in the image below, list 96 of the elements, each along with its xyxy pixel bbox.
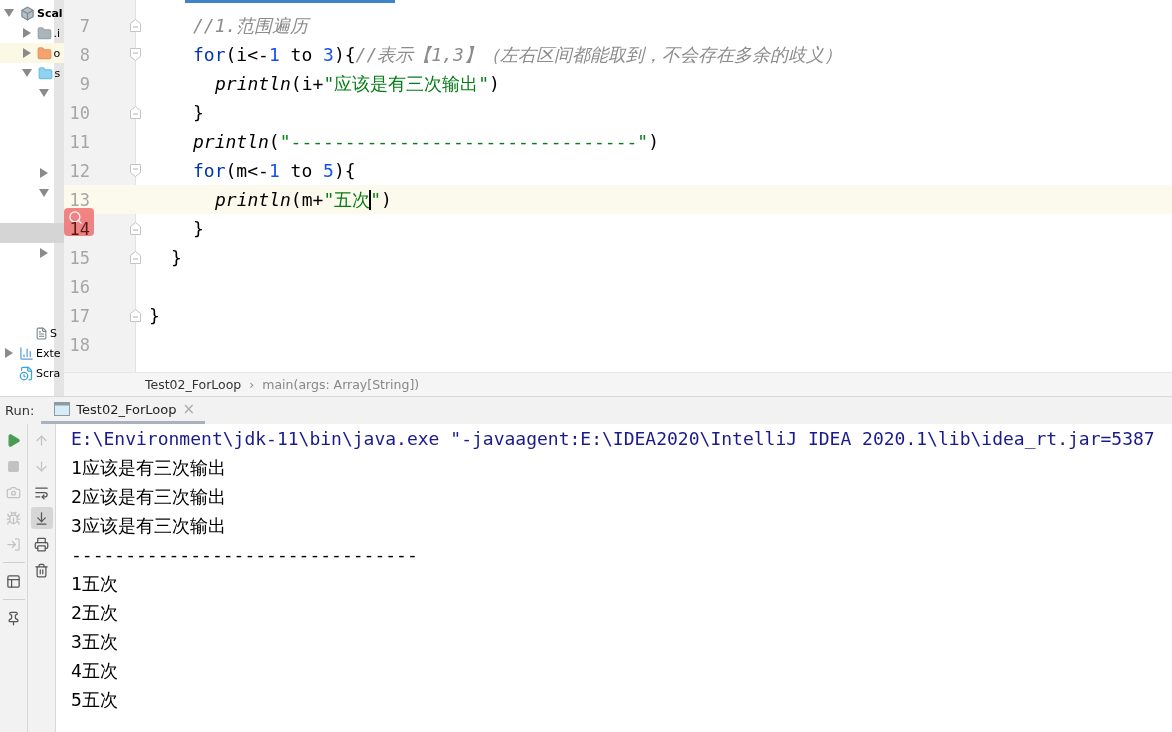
console-output: 3五次 bbox=[71, 630, 119, 654]
console-output: 4五次 bbox=[71, 659, 119, 683]
code-text: } bbox=[171, 247, 182, 268]
code-text: ) bbox=[381, 189, 392, 210]
code-text: ( bbox=[268, 131, 280, 152]
collapsed-arrow-icon[interactable] bbox=[22, 48, 31, 58]
line-number: 13 bbox=[69, 189, 90, 210]
line-number: 11 bbox=[69, 131, 90, 152]
collapsed-arrow-icon[interactable] bbox=[40, 168, 48, 178]
code-text: (m+ bbox=[290, 189, 324, 210]
console-output: 1五次 bbox=[71, 572, 119, 596]
collapsed-arrow-icon[interactable] bbox=[40, 248, 48, 258]
console-icon bbox=[54, 402, 71, 416]
scroll-to-end-icon[interactable] bbox=[34, 510, 49, 526]
folder-icon bbox=[36, 25, 52, 41]
code-text: ){ bbox=[333, 160, 356, 181]
code-string: "--------------------------------" bbox=[279, 131, 649, 152]
folder-icon bbox=[36, 45, 52, 61]
code-method: println bbox=[215, 73, 291, 94]
run-tab[interactable]: Test02_ForLoop × bbox=[41, 397, 206, 424]
collapsed-arrow-icon[interactable] bbox=[5, 348, 13, 358]
module-icon bbox=[20, 5, 35, 21]
line-number: 15 bbox=[69, 247, 90, 268]
printer-icon[interactable] bbox=[34, 536, 49, 552]
fold-marker-icon[interactable] bbox=[129, 164, 141, 177]
console-output: 2应该是有三次输出 bbox=[71, 485, 227, 509]
tree-label[interactable]: Scra bbox=[36, 366, 61, 380]
code-string: " bbox=[370, 189, 382, 210]
code-number: 5 bbox=[323, 160, 334, 181]
code-text: } bbox=[149, 305, 160, 326]
run-icon[interactable] bbox=[6, 432, 21, 448]
tree-label[interactable]: s bbox=[54, 66, 61, 80]
tree-label[interactable]: Scal bbox=[37, 6, 63, 20]
line-number: 12 bbox=[69, 160, 90, 181]
console-output: 5五次 bbox=[71, 688, 119, 712]
code-text: to bbox=[289, 160, 314, 181]
console-output: 2五次 bbox=[71, 601, 119, 625]
fold-marker-icon[interactable] bbox=[129, 309, 141, 322]
line-number: 14 bbox=[69, 218, 90, 239]
tree-label[interactable]: o bbox=[53, 46, 61, 60]
tab-label: Test02_ForLoop bbox=[76, 401, 177, 417]
expanded-arrow-icon[interactable] bbox=[21, 69, 32, 77]
breadcrumb-separator: › bbox=[249, 377, 255, 392]
line-number: 10 bbox=[69, 102, 90, 123]
expanded-arrow-icon[interactable] bbox=[39, 89, 49, 97]
code-text: ) bbox=[489, 73, 500, 94]
fold-marker-icon[interactable] bbox=[129, 19, 141, 32]
search-button[interactable] bbox=[64, 208, 94, 236]
trash-icon[interactable] bbox=[34, 562, 49, 578]
file-icon bbox=[35, 326, 48, 340]
code-text: (i+ bbox=[290, 73, 324, 94]
console-output: 3应该是有三次输出 bbox=[71, 514, 227, 538]
code-string: "五次 bbox=[323, 187, 371, 212]
fold-marker-icon[interactable] bbox=[129, 251, 141, 264]
breadcrumb-item[interactable]: Test02_ForLoop bbox=[145, 377, 242, 392]
line-number: 18 bbox=[69, 334, 90, 355]
code-text: (i<- bbox=[225, 44, 269, 65]
line-number: 16 bbox=[69, 276, 90, 297]
code-text: ) bbox=[648, 131, 659, 152]
console-output: -------------------------------- bbox=[71, 543, 419, 567]
code-number: 1 bbox=[268, 44, 280, 65]
code-method: println bbox=[215, 189, 291, 210]
command-line: E:\Environment\jdk-11\bin\java.exe "-javaagent:E:\IDEA2020\IntelliJ IDEA 2020.1\lib\idea_rt.jar=5387 bbox=[71, 427, 1156, 451]
console-output: 1应该是有三次输出 bbox=[71, 456, 227, 480]
fold-marker-icon[interactable] bbox=[129, 222, 141, 235]
tree-label[interactable]: .i bbox=[53, 26, 61, 40]
tree-label[interactable]: Exte bbox=[36, 346, 61, 360]
line-number: 9 bbox=[79, 73, 90, 94]
code-method: println bbox=[193, 131, 269, 152]
expanded-arrow-icon[interactable] bbox=[39, 189, 49, 197]
folder-icon bbox=[37, 65, 53, 81]
layout-icon[interactable] bbox=[6, 573, 21, 589]
fold-marker-icon[interactable] bbox=[129, 106, 141, 119]
highlighted-tree-row[interactable]: o bbox=[0, 43, 64, 63]
pin-icon[interactable] bbox=[6, 610, 21, 626]
code-comment: //表示【1,3】（左右区间都能取到，不会存在多余的歧义） bbox=[355, 42, 842, 67]
line-number: 17 bbox=[69, 305, 90, 326]
code-text: (m<- bbox=[225, 160, 269, 181]
line-number: 7 bbox=[79, 15, 90, 36]
code-string: "应该是有三次输出" bbox=[323, 71, 490, 96]
code-text: to bbox=[289, 44, 314, 65]
library-icon bbox=[19, 345, 34, 361]
tree-label[interactable]: S bbox=[50, 326, 57, 340]
code-number: 1 bbox=[268, 160, 280, 181]
code-keyword: for bbox=[193, 44, 226, 65]
line-number: 8 bbox=[79, 44, 90, 65]
code-text: } bbox=[193, 218, 204, 239]
code-text: ){ bbox=[333, 44, 356, 65]
code-number: 3 bbox=[323, 44, 334, 65]
code-text: } bbox=[193, 102, 204, 123]
run-label: Run: bbox=[4, 403, 36, 418]
scratch-icon bbox=[19, 365, 34, 381]
fold-marker-icon[interactable] bbox=[129, 48, 141, 61]
code-comment: //1.范围遍历 bbox=[193, 13, 309, 38]
wrap-icon[interactable] bbox=[34, 484, 49, 500]
code-keyword: for bbox=[193, 160, 226, 181]
